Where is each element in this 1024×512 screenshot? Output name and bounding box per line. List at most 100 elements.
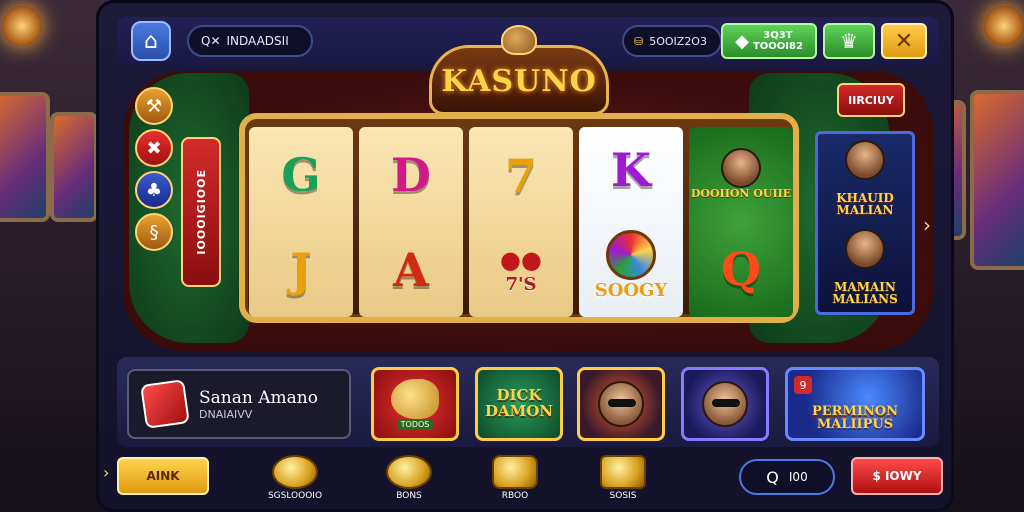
coin-label: SGSLOOOIO (267, 491, 323, 501)
coin-icon (386, 455, 432, 489)
bet-level-tag[interactable]: IOOOIGIOOE (181, 137, 221, 287)
bet-amount-field[interactable]: Q I00 (739, 459, 835, 495)
home-button[interactable]: ⌂ (131, 21, 171, 61)
info-button[interactable]: IIRCIUY (837, 83, 905, 117)
reel-2: D A (359, 127, 463, 317)
reel-4: K SOOGY (579, 127, 683, 317)
coin-icon (492, 455, 538, 489)
bonus-label-bottom: TOOOI82 (752, 41, 803, 52)
home-icon: ⌂ (144, 28, 158, 54)
reel-5: DOOIION OUIIE Q (689, 127, 793, 317)
reel-symbol: 7'S (505, 274, 537, 296)
trophy-icon: ♛ (840, 29, 858, 53)
envelope-icon (600, 455, 646, 489)
cabinet-screen (50, 112, 98, 222)
reel-symbol: Q (720, 241, 762, 296)
sunglasses-icon (608, 399, 636, 407)
reel-symbol: A (393, 242, 429, 297)
cabinet-screen (0, 92, 50, 222)
coin-balance-value: 5OOIZ2O3 (649, 34, 707, 48)
character-label-bottom: MAMAIN MALIANS (832, 279, 898, 307)
cherry-icon: ●● (500, 246, 542, 275)
coin-option[interactable]: SGSLOOOIO (255, 455, 335, 501)
man-portrait-icon (845, 228, 885, 269)
tile-badge: 9 (794, 376, 812, 394)
game-frame: ⌂ Q✕ INDAADSII ⛁ 5OOIZ2O3 ◆ 3Q3T TOOOI82… (96, 0, 954, 512)
reel-symbol: SOOGY (594, 279, 668, 301)
logo-text: KASUNO (441, 64, 597, 99)
spin-button-label: $ IOWY (872, 469, 922, 483)
reel-3: 7 ●● 7'S (469, 127, 573, 317)
game-logo: KASUNO (429, 25, 609, 115)
bonus-button[interactable]: ◆ 3Q3T TOOOI82 (721, 23, 817, 59)
promo-subtitle: DNAIAIVV (199, 407, 253, 421)
tile-title: DICK DAMON (484, 386, 554, 420)
horse-head-icon (501, 25, 537, 55)
bet-value: I00 (788, 470, 808, 484)
reel-symbol: K (611, 143, 651, 198)
coin-icon (272, 455, 318, 489)
promo-card[interactable]: Sanan Amano DNAIAIVV (127, 369, 351, 439)
auto-button-label: AINK (146, 469, 180, 483)
spin-button[interactable]: $ IOWY (851, 457, 943, 495)
side-button-x[interactable]: ✖ (135, 129, 173, 167)
coin-option[interactable]: SOSIS (583, 455, 663, 501)
close-icon: ✕ (894, 28, 914, 54)
info-button-label: IIRCIUY (848, 93, 894, 107)
tile-title: PERMINON MALIIPUS (811, 403, 899, 433)
side-button-swirl[interactable]: § (135, 213, 173, 251)
cabinet-screen (970, 90, 1024, 270)
reel-1: G J (249, 127, 353, 317)
search-field[interactable]: Q✕ INDAADSII (187, 25, 313, 57)
man-face-icon (702, 381, 748, 427)
swirl-icon: § (149, 221, 159, 243)
coin-label: SOSIS (609, 491, 637, 501)
reel-symbol: G (281, 147, 321, 202)
woman-face-icon (598, 381, 644, 427)
left-slot-cabinet (0, 0, 110, 512)
search-text: INDAADSII (226, 34, 289, 48)
cabinet-light (2, 6, 42, 46)
tile-horse[interactable]: TODOS (371, 367, 459, 441)
tile-redhead[interactable] (577, 367, 665, 441)
coin-stack-icon: ⛁ (634, 34, 644, 48)
bonus-label-top: 3Q3T (763, 30, 793, 41)
tile-shades[interactable] (681, 367, 769, 441)
reel-symbol: J (290, 242, 312, 297)
close-button[interactable]: ✕ (881, 23, 927, 59)
character-panel[interactable]: KHAUID MALIAN MAMAIN MALIANS (815, 131, 915, 315)
search-icon: Q✕ (201, 34, 221, 48)
side-button-tools[interactable]: ⚒ (135, 87, 173, 125)
trophy-button[interactable]: ♛ (823, 23, 875, 59)
character-label-top: KHAUID MALIAN (836, 190, 894, 218)
coin-balance: ⛁ 5OOIZ2O3 (622, 25, 722, 57)
gift-box-icon (140, 379, 190, 429)
tile-perminon[interactable]: 9 PERMINON MALIIPUS (785, 367, 925, 441)
chevron-right-icon[interactable]: › (923, 213, 931, 237)
coin-option[interactable]: RBOO (475, 455, 555, 501)
gem-icon: ◆ (735, 30, 749, 52)
wheel-icon (606, 229, 656, 280)
auto-button[interactable]: AINK (117, 457, 209, 495)
horse-head-icon (391, 378, 439, 419)
x-icon: ✖ (146, 137, 162, 159)
side-button-club[interactable]: ♣ (135, 171, 173, 209)
promo-title: Sanan Amano (199, 387, 318, 408)
coin-option[interactable]: BONS (369, 455, 449, 501)
chevron-right-icon[interactable]: › (103, 463, 109, 482)
coin-label: RBOO (501, 491, 529, 501)
bet-icon: Q (766, 467, 779, 487)
man-portrait-icon (721, 148, 761, 189)
club-icon: ♣ (145, 179, 163, 201)
tile-dick-damon[interactable]: DICK DAMON (475, 367, 563, 441)
sunglasses-icon (712, 399, 740, 407)
cabinet-light (984, 6, 1024, 46)
reel-frame: G J D A 7 ●● 7'S K SOOGY DOOIION OUIIE Q (239, 113, 799, 323)
wrench-icon: ⚒ (145, 95, 163, 117)
coin-label: BONS (396, 491, 422, 501)
tile-sub-label: TODOS (396, 418, 434, 430)
reel-symbol: D (391, 147, 431, 202)
man-portrait-icon (845, 139, 885, 180)
bet-level-label: IOOOIGIOOE (194, 169, 208, 255)
reel-symbol: DOOIION OUIIE (690, 187, 792, 201)
